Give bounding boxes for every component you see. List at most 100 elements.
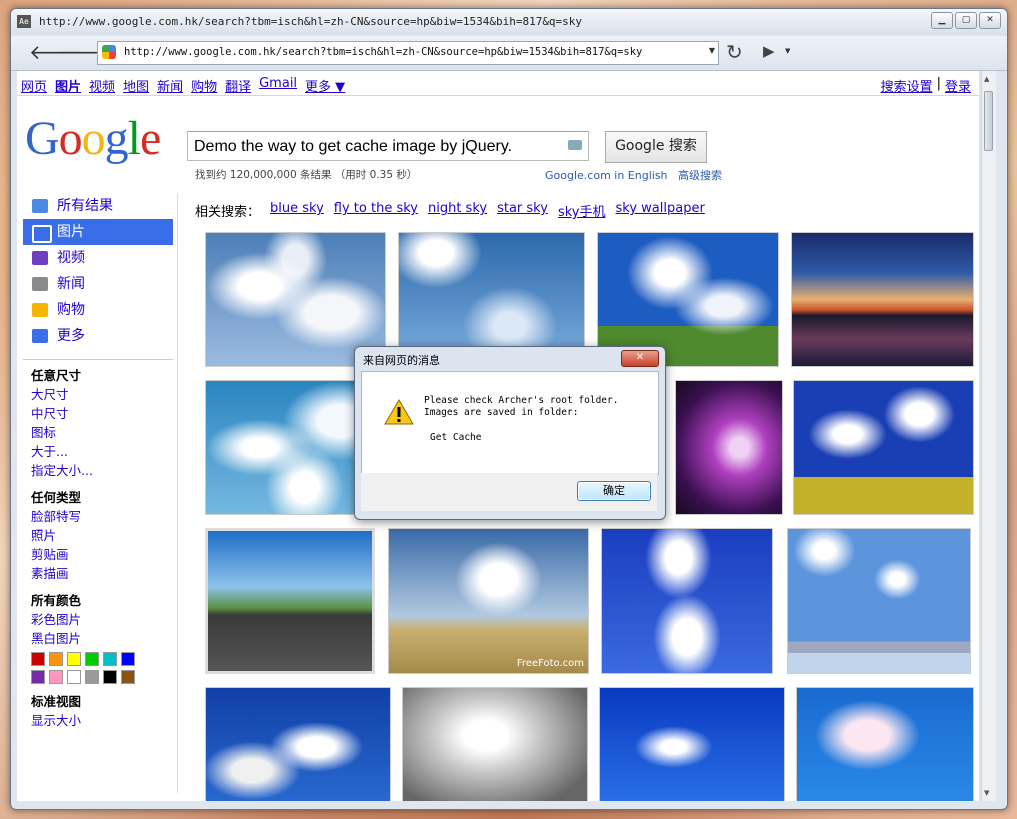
size-filter-link[interactable]: 图标 bbox=[23, 423, 173, 442]
size-filter-link[interactable]: 中尺寸 bbox=[23, 404, 173, 423]
more-icon bbox=[32, 329, 48, 343]
color-swatch[interactable] bbox=[121, 652, 135, 666]
warning-icon bbox=[384, 399, 414, 425]
type-filter-link[interactable]: 脸部特写 bbox=[23, 507, 173, 526]
advanced-search-link[interactable]: 高级搜索 bbox=[678, 169, 722, 182]
topnav-link[interactable]: 图片 bbox=[55, 76, 81, 95]
reload-icon[interactable]: ↻ bbox=[726, 40, 743, 64]
search-input[interactable]: Demo the way to get cache image by jQuer… bbox=[187, 131, 589, 161]
scrollbar-thumb[interactable] bbox=[984, 91, 993, 151]
size-filter-link[interactable]: 大尺寸 bbox=[23, 385, 173, 404]
type-filter-link[interactable]: 剪贴画 bbox=[23, 545, 173, 564]
topnav-link[interactable]: 更多 ▼ bbox=[305, 76, 345, 95]
topnav-link[interactable]: 地图 bbox=[123, 76, 149, 95]
vertical-scrollbar[interactable]: ▲ ▼ bbox=[981, 71, 996, 801]
sidebar-item[interactable]: 所有结果 bbox=[23, 193, 173, 219]
topnav-link[interactable]: Gmail bbox=[259, 76, 297, 95]
minimize-icon[interactable]: ▁ bbox=[931, 12, 953, 29]
size-filter-link[interactable]: 指定大小... bbox=[23, 461, 173, 480]
divider bbox=[23, 359, 173, 360]
color-swatch[interactable] bbox=[67, 670, 81, 684]
view-heading[interactable]: 标准视图 bbox=[23, 692, 173, 711]
address-text[interactable]: http://www.google.com.hk/search?tbm=isch… bbox=[124, 46, 642, 58]
logo-letter: G bbox=[25, 112, 60, 165]
english-link[interactable]: Google.com in English bbox=[545, 169, 668, 182]
sidebar-item-label: 新闻 bbox=[57, 276, 85, 292]
chevron-down-icon[interactable]: ▼ bbox=[709, 46, 715, 55]
google-icon bbox=[32, 199, 48, 213]
login-link[interactable]: 登录 bbox=[945, 76, 971, 95]
image-result[interactable] bbox=[599, 687, 785, 801]
sidebar-item[interactable]: 新闻 bbox=[23, 271, 173, 297]
image-result[interactable] bbox=[791, 232, 974, 367]
go-icon[interactable]: ▶ bbox=[763, 42, 775, 60]
color-swatch[interactable] bbox=[49, 670, 63, 684]
color-swatch[interactable] bbox=[67, 652, 81, 666]
color-swatch[interactable] bbox=[121, 670, 135, 684]
image-result[interactable] bbox=[402, 687, 588, 801]
color-swatch[interactable] bbox=[31, 670, 45, 684]
size-filter-link[interactable]: 大于... bbox=[23, 442, 173, 461]
related-searches: 相关搜索： blue sky fly to the sky night sky sta… bbox=[195, 201, 705, 220]
camera-icon[interactable] bbox=[568, 140, 582, 150]
separator: | bbox=[936, 76, 941, 91]
color-filter-link[interactable]: 黑白图片 bbox=[23, 629, 173, 648]
color-filter-link[interactable]: 彩色图片 bbox=[23, 610, 173, 629]
type-filter-link[interactable]: 素描画 bbox=[23, 564, 173, 583]
color-swatch[interactable] bbox=[103, 670, 117, 684]
type-heading[interactable]: 任何类型 bbox=[23, 488, 173, 507]
topnav-link[interactable]: 网页 bbox=[21, 76, 47, 95]
image-result[interactable] bbox=[796, 687, 974, 801]
image-result[interactable] bbox=[205, 687, 391, 801]
show-size-link[interactable]: 显示大小 bbox=[23, 711, 173, 730]
topnav-link[interactable]: 视频 bbox=[89, 76, 115, 95]
image-result[interactable] bbox=[787, 528, 971, 674]
image-result[interactable] bbox=[601, 528, 773, 674]
sidebar-item[interactable]: 购物 bbox=[23, 297, 173, 323]
sidebar-item[interactable]: 视频 bbox=[23, 245, 173, 271]
title-bar[interactable]: Ae http://www.google.com.hk/search?tbm=i… bbox=[11, 9, 1007, 35]
related-search-link[interactable]: night sky bbox=[428, 201, 487, 220]
related-search-link[interactable]: sky手机 bbox=[558, 201, 606, 220]
address-bar[interactable]: http://www.google.com.hk/search?tbm=isch… bbox=[97, 41, 719, 65]
image-result[interactable] bbox=[793, 380, 974, 515]
color-swatch[interactable] bbox=[85, 670, 99, 684]
sidebar-item[interactable]: 更多 bbox=[23, 323, 173, 349]
google-logo[interactable]: Google bbox=[25, 111, 161, 166]
color-swatch[interactable] bbox=[85, 652, 99, 666]
topnav-link[interactable]: 购物 bbox=[191, 76, 217, 95]
color-swatch[interactable] bbox=[49, 652, 63, 666]
related-search-link[interactable]: star sky bbox=[497, 201, 548, 220]
chevron-down-icon[interactable]: ▼ bbox=[785, 47, 790, 55]
color-swatch[interactable] bbox=[103, 652, 117, 666]
search-query[interactable]: Demo the way to get cache image by jQuer… bbox=[194, 138, 512, 156]
scroll-up-icon[interactable]: ▲ bbox=[984, 75, 989, 83]
maximize-icon[interactable]: ▢ bbox=[955, 12, 977, 29]
search-button[interactable]: Google 搜索 bbox=[605, 131, 707, 163]
alert-dialog: 来自网页的消息 ✕ Please check Archer's root fol… bbox=[354, 346, 666, 520]
dialog-sub-message: Get Cache bbox=[430, 432, 482, 443]
close-icon[interactable]: ✕ bbox=[979, 12, 1001, 29]
color-swatch[interactable] bbox=[31, 652, 45, 666]
settings-link[interactable]: 搜索设置 bbox=[881, 76, 933, 95]
image-result[interactable] bbox=[205, 528, 375, 674]
topnav-link[interactable]: 翻译 bbox=[225, 76, 251, 95]
divider bbox=[177, 193, 178, 793]
type-filter-link[interactable]: 照片 bbox=[23, 526, 173, 545]
forward-icon[interactable]: 🡒 bbox=[59, 42, 113, 64]
camera-icon bbox=[32, 225, 52, 243]
topnav-link[interactable]: 新闻 bbox=[157, 76, 183, 95]
image-result[interactable] bbox=[675, 380, 783, 515]
sidebar-item-label: 更多 bbox=[57, 328, 85, 344]
related-search-link[interactable]: fly to the sky bbox=[334, 201, 418, 220]
ok-button[interactable]: 确定 bbox=[577, 481, 651, 501]
size-heading[interactable]: 任意尺寸 bbox=[23, 366, 173, 385]
color-heading[interactable]: 所有颜色 bbox=[23, 591, 173, 610]
related-search-link[interactable]: blue sky bbox=[270, 201, 324, 220]
scroll-down-icon[interactable]: ▼ bbox=[984, 789, 989, 797]
sidebar-item[interactable]: 图片 bbox=[23, 219, 173, 245]
close-icon[interactable]: ✕ bbox=[621, 350, 659, 367]
related-search-link[interactable]: sky wallpaper bbox=[616, 201, 705, 220]
back-icon[interactable]: 🡐 bbox=[29, 42, 83, 64]
image-result[interactable]: FreeFoto.com bbox=[388, 528, 589, 674]
